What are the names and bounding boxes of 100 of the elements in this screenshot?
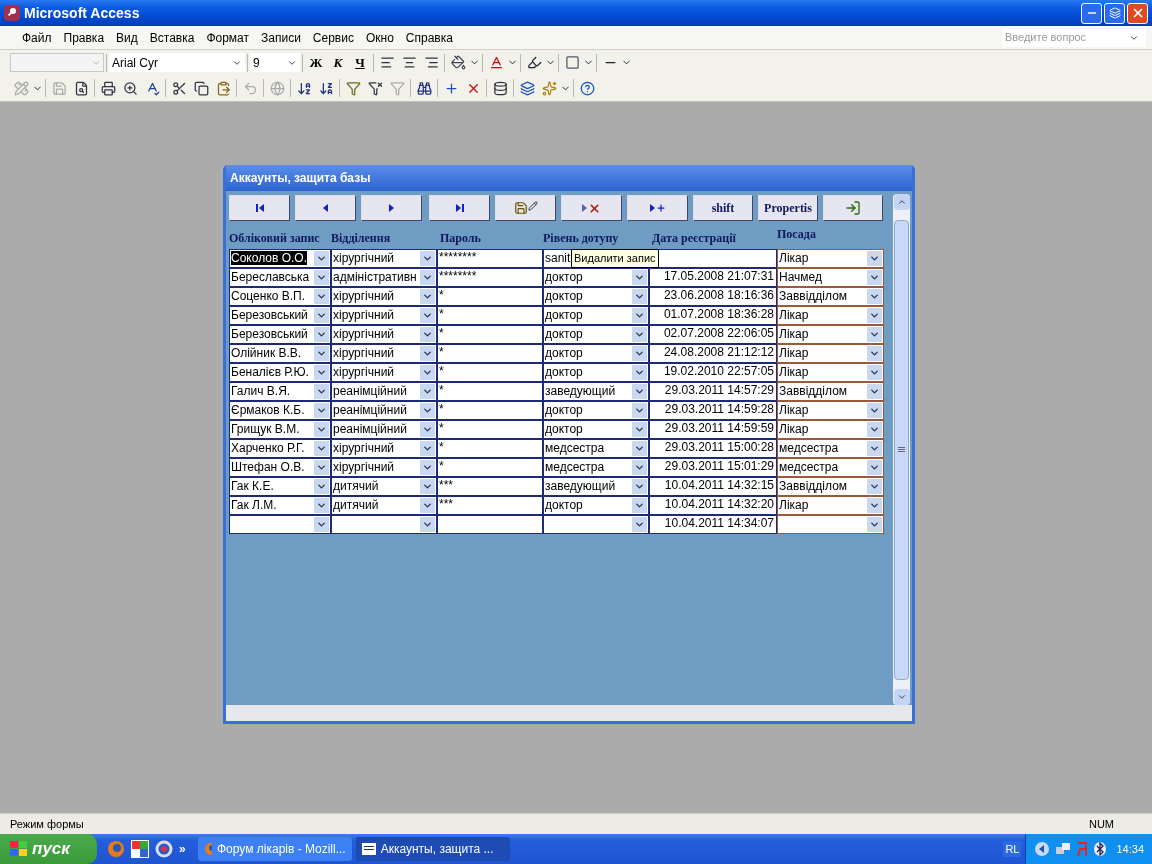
text-field[interactable]: ******** bbox=[437, 249, 543, 268]
combo-field[interactable]: Штефан О.В. bbox=[229, 458, 331, 477]
overflow-chevron[interactable]: » bbox=[179, 840, 186, 858]
language-indicator[interactable]: RL bbox=[1003, 840, 1022, 858]
text-field[interactable]: * bbox=[437, 420, 543, 439]
text-field[interactable]: *** bbox=[437, 477, 543, 496]
combo-field[interactable]: Соколов О.О. bbox=[229, 249, 331, 268]
text-field[interactable]: * bbox=[437, 458, 543, 477]
combo-field[interactable]: Заввідділом bbox=[777, 287, 884, 306]
combo-field[interactable]: Начмед bbox=[777, 268, 884, 287]
combo-field[interactable]: хірургічний bbox=[331, 458, 437, 477]
menu-item[interactable]: Правка bbox=[57, 28, 111, 47]
combo-field[interactable]: Галич В.Я. bbox=[229, 382, 331, 401]
combo-field[interactable]: медсестра bbox=[777, 458, 884, 477]
text-field[interactable]: 29.03.2011 14:59:28 bbox=[649, 401, 777, 420]
text-field[interactable]: * bbox=[437, 344, 543, 363]
combo-field[interactable]: Лікар bbox=[777, 496, 884, 515]
italic-button[interactable]: К bbox=[327, 52, 349, 73]
combo-field[interactable]: реанімційний bbox=[331, 420, 437, 439]
help-search-field[interactable]: Введите вопрос bbox=[1002, 28, 1146, 47]
combo-field[interactable]: хірургічний bbox=[331, 306, 437, 325]
combo-field[interactable]: заведующий bbox=[543, 477, 649, 496]
menu-item[interactable]: Справка bbox=[399, 28, 459, 47]
text-field[interactable]: * bbox=[437, 306, 543, 325]
combo-field[interactable]: доктор bbox=[543, 287, 649, 306]
combo-field[interactable]: Гак К.Е. bbox=[229, 477, 331, 496]
help-search-input[interactable]: Введите вопрос bbox=[1005, 29, 1129, 46]
text-field[interactable]: 29.03.2011 15:00:28 bbox=[649, 439, 777, 458]
combo-field[interactable]: Березовський bbox=[229, 325, 331, 344]
combo-field[interactable]: Грищук В.М. bbox=[229, 420, 331, 439]
text-field[interactable]: * bbox=[437, 401, 543, 420]
text-field[interactable]: 29.03.2011 14:57:29 bbox=[649, 382, 777, 401]
menu-item[interactable]: Окно bbox=[359, 28, 400, 47]
combo-field[interactable]: Береславська bbox=[229, 268, 331, 287]
combo-field[interactable]: дитячий bbox=[331, 496, 437, 515]
combo-field[interactable]: доктор bbox=[543, 306, 649, 325]
combo-field[interactable]: дитячий bbox=[331, 477, 437, 496]
text-field[interactable]: 29.03.2011 15:01:29 bbox=[649, 458, 777, 477]
combo-field[interactable]: Лікар bbox=[777, 363, 884, 382]
combo-field[interactable]: медсестра bbox=[543, 439, 649, 458]
text-field[interactable]: 17.05.2008 21:07:31 bbox=[649, 268, 777, 287]
combo-field[interactable]: Лікар bbox=[777, 306, 884, 325]
combo-field[interactable]: Гак Л.М. bbox=[229, 496, 331, 515]
menu-item[interactable]: Формат bbox=[200, 28, 256, 47]
underline-button[interactable]: Ч bbox=[349, 52, 371, 73]
text-field[interactable]: 24.08.2008 21:12:12 bbox=[649, 344, 777, 363]
combo-field[interactable]: Харченко Р.Г. bbox=[229, 439, 331, 458]
command-button[interactable]: Propertis bbox=[758, 195, 818, 221]
combo-field[interactable]: хірургічний bbox=[331, 344, 437, 363]
combo-field[interactable]: реанімційний bbox=[331, 401, 437, 420]
text-field[interactable]: *** bbox=[437, 496, 543, 515]
text-field[interactable]: ******** bbox=[437, 268, 543, 287]
menu-item[interactable]: Записи bbox=[255, 28, 307, 47]
menu-item[interactable]: Вид bbox=[110, 28, 144, 47]
combo-field[interactable]: Соценко В.П. bbox=[229, 287, 331, 306]
combo-field[interactable]: адміністративн bbox=[331, 268, 437, 287]
combo-field[interactable]: доктор bbox=[543, 344, 649, 363]
text-field[interactable]: 10.04.2011 14:32:20 bbox=[649, 496, 777, 515]
text-field[interactable]: 19.02.2010 22:57:05 bbox=[649, 363, 777, 382]
text-field[interactable]: * bbox=[437, 325, 543, 344]
combo-field[interactable]: Лікар bbox=[777, 420, 884, 439]
combo-field[interactable]: заведующий bbox=[543, 382, 649, 401]
text-field[interactable]: * bbox=[437, 382, 543, 401]
combo-field[interactable]: медсестра bbox=[777, 439, 884, 458]
menu-item[interactable]: Сервис bbox=[306, 28, 360, 47]
combo-field[interactable]: Олійник В.В. bbox=[229, 344, 331, 363]
text-field[interactable]: 01.07.2008 18:36:28 bbox=[649, 306, 777, 325]
combo-field[interactable]: хірургічний bbox=[331, 249, 437, 268]
combo-field[interactable]: Березовський bbox=[229, 306, 331, 325]
text-field[interactable]: 29.03.2011 14:59:59 bbox=[649, 420, 777, 439]
combo-field[interactable]: Беналієв Р.Ю. bbox=[229, 363, 331, 382]
combo-field[interactable]: хірургічний bbox=[331, 363, 437, 382]
combo-field[interactable]: доктор bbox=[543, 401, 649, 420]
combo-field[interactable]: доктор bbox=[543, 325, 649, 344]
combo-field[interactable]: Заввідділом bbox=[777, 382, 884, 401]
combo-field[interactable]: доктор bbox=[543, 363, 649, 382]
combo-field[interactable]: Єрмаков К.Б. bbox=[229, 401, 331, 420]
combo-field[interactable]: Лікар bbox=[777, 344, 884, 363]
text-field[interactable]: * bbox=[437, 363, 543, 382]
text-field[interactable]: * bbox=[437, 439, 543, 458]
taskbar-button[interactable]: Аккаунты, защита ... bbox=[355, 837, 510, 861]
combo-field[interactable]: хірургічний bbox=[331, 439, 437, 458]
combo-field[interactable]: Лікар bbox=[777, 401, 884, 420]
text-field[interactable]: 10.04.2011 14:32:15 bbox=[649, 477, 777, 496]
font-combo[interactable]: Arial Cyr bbox=[109, 53, 245, 72]
bold-button[interactable]: Ж bbox=[305, 52, 327, 73]
combo-field[interactable]: Лікар bbox=[777, 325, 884, 344]
combo-field[interactable]: доктор bbox=[543, 268, 649, 287]
combo-field[interactable]: доктор bbox=[543, 420, 649, 439]
text-field[interactable]: 23.06.2008 18:16:36 bbox=[649, 287, 777, 306]
text-field[interactable]: 10.04.2011 14:34:07 bbox=[649, 515, 777, 534]
combo-field[interactable]: доктор bbox=[543, 496, 649, 515]
command-button[interactable]: shift bbox=[693, 195, 753, 221]
taskbar-button[interactable]: Форум лікарів - Mozill... bbox=[197, 837, 352, 861]
combo-field[interactable]: медсестра bbox=[543, 458, 649, 477]
text-field[interactable]: * bbox=[437, 287, 543, 306]
menu-item[interactable]: Файл bbox=[16, 28, 58, 47]
font-size-combo[interactable]: 9 bbox=[250, 53, 300, 72]
combo-field[interactable]: хірургічний bbox=[331, 325, 437, 344]
text-field[interactable]: 02.07.2008 22:06:05 bbox=[649, 325, 777, 344]
